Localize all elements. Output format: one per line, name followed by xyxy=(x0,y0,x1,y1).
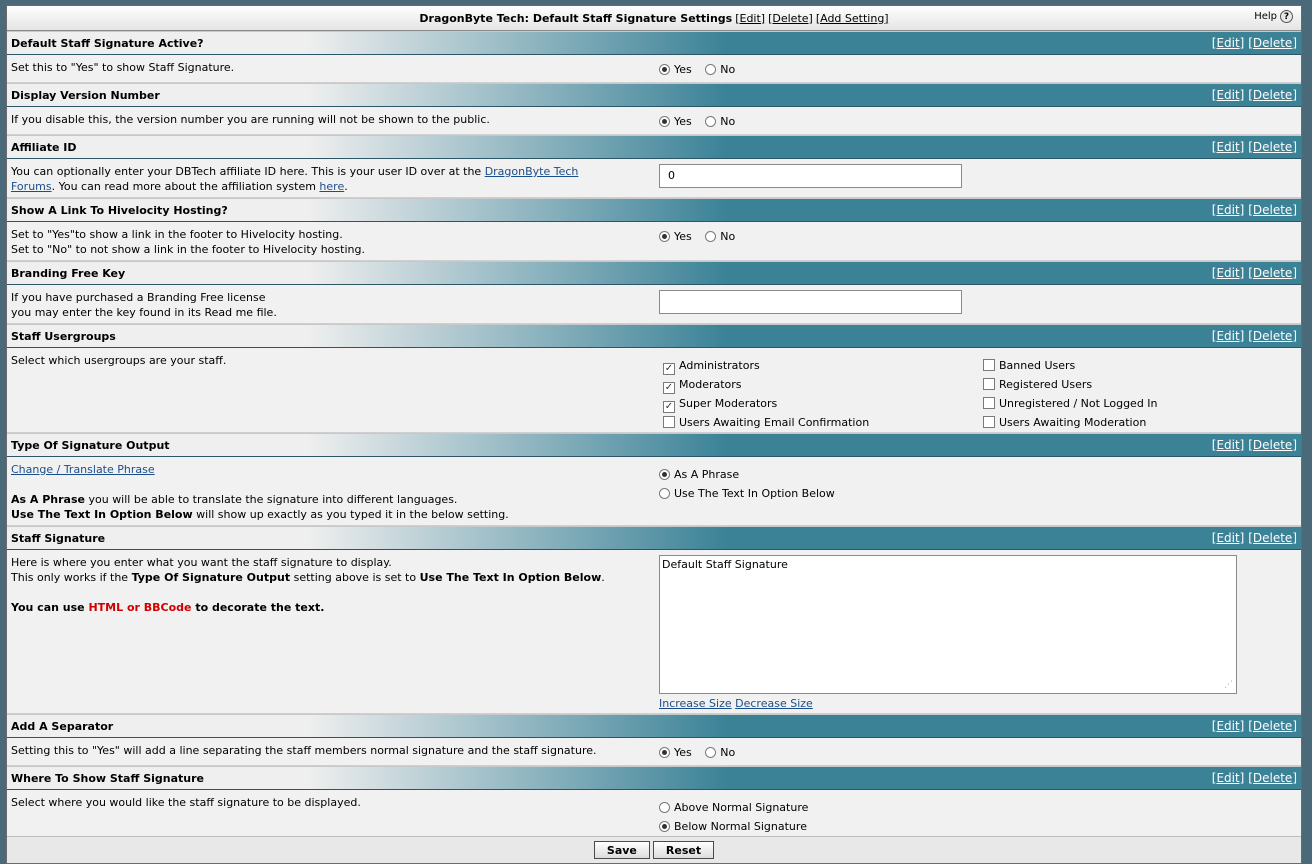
radio-no[interactable]: No xyxy=(705,63,735,76)
staff-signature-textarea[interactable]: Default Staff Signature ⋰ xyxy=(659,555,1237,694)
radio-no[interactable]: No xyxy=(705,230,735,243)
usergroup-label: Banned Users xyxy=(999,359,1076,372)
usergroup-label: Users Awaiting Moderation xyxy=(999,416,1147,429)
add-setting-link[interactable]: [Add Setting] xyxy=(816,12,889,25)
delete-link[interactable]: [Delete] xyxy=(1248,266,1297,280)
checkbox-empty-icon[interactable] xyxy=(983,359,995,371)
settings-panel: DragonByte Tech: Default Staff Signature… xyxy=(6,5,1302,864)
radio-above-normal[interactable]: Above Normal Signature xyxy=(659,798,808,817)
setting-row-version: If you disable this, the version number … xyxy=(7,107,1301,135)
edit-link[interactable]: [Edit] xyxy=(1212,329,1245,343)
delete-link[interactable]: [Delete] xyxy=(1248,719,1297,733)
reset-button[interactable]: Reset xyxy=(652,841,715,859)
radio-below-normal[interactable]: Below Normal Signature xyxy=(659,817,808,836)
radio-no[interactable]: No xyxy=(705,115,735,128)
usergroup-checkbox[interactable]: ✓ Super Moderators xyxy=(663,394,869,413)
usergroup-label: Super Moderators xyxy=(679,397,778,410)
setting-row-usergroups: Select which usergroups are your staff. … xyxy=(7,348,1301,433)
save-button[interactable]: Save xyxy=(593,841,650,859)
setting-row-output: Change / Translate Phrase As A Phrase yo… xyxy=(7,457,1301,526)
usergroup-label: Unregistered / Not Logged In xyxy=(999,397,1158,410)
panel-title-bar: DragonByte Tech: Default Staff Signature… xyxy=(7,6,1301,31)
radio-yes[interactable]: Yes xyxy=(659,63,692,76)
usergroup-label: Administrators xyxy=(679,359,760,372)
setting-header-where: Where To Show Staff Signature [Edit] [De… xyxy=(7,766,1301,790)
edit-link[interactable]: [Edit] xyxy=(1212,266,1245,280)
usergroup-checkbox[interactable]: Users Awaiting Email Confirmation xyxy=(663,413,869,432)
setting-row-separator: Setting this to "Yes" will add a line se… xyxy=(7,738,1301,766)
setting-header-affiliate: Affiliate ID [Edit] [Delete] xyxy=(7,135,1301,159)
delete-link[interactable]: [Delete] xyxy=(1248,203,1297,217)
usergroup-label: Users Awaiting Email Confirmation xyxy=(679,416,870,429)
edit-link[interactable]: [Edit] xyxy=(1212,438,1245,452)
edit-link[interactable]: [Edit] xyxy=(1212,531,1245,545)
edit-link[interactable]: [Edit] xyxy=(1212,719,1245,733)
usergroup-checkbox[interactable]: Unregistered / Not Logged In xyxy=(983,394,1158,413)
usergroups-column-1: ✓ Administrators ✓ Moderators ✓ Super Moderat… xyxy=(663,356,869,432)
edit-link[interactable]: [Edit] xyxy=(1212,771,1245,785)
affiliate-id-input[interactable]: 0 xyxy=(659,164,962,188)
resize-grip-icon[interactable]: ⋰ xyxy=(1224,680,1233,690)
affiliation-here-link[interactable]: here xyxy=(319,180,344,193)
checkbox-checked-icon[interactable]: ✓ xyxy=(663,363,675,375)
setting-header-branding: Branding Free Key [Edit] [Delete] xyxy=(7,261,1301,285)
translate-phrase-link[interactable]: Change / Translate Phrase xyxy=(11,463,155,476)
usergroup-label: Registered Users xyxy=(999,378,1093,391)
question-icon[interactable]: ? xyxy=(1280,10,1293,23)
setting-header-usergroups: Staff Usergroups [Edit] [Delete] xyxy=(7,324,1301,348)
edit-link[interactable]: [Edit] xyxy=(1212,36,1245,50)
radio-yes[interactable]: Yes xyxy=(659,746,692,759)
usergroup-checkbox[interactable]: ✓ Moderators xyxy=(663,375,869,394)
delete-link[interactable]: [Delete] xyxy=(1248,531,1297,545)
form-footer: Save Reset xyxy=(7,836,1301,863)
setting-header-active: Default Staff Signature Active? [Edit] [… xyxy=(7,31,1301,55)
setting-row-branding: If you have purchased a Branding Free li… xyxy=(7,285,1301,324)
setting-row-where: Select where you would like the staff si… xyxy=(7,790,1301,838)
increase-size-link[interactable]: Increase Size xyxy=(659,697,732,710)
checkbox-checked-icon[interactable]: ✓ xyxy=(663,401,675,413)
setting-header-version: Display Version Number [Edit] [Delete] xyxy=(7,83,1301,107)
usergroup-checkbox[interactable]: Registered Users xyxy=(983,375,1158,394)
checkbox-empty-icon[interactable] xyxy=(663,416,675,428)
radio-yes[interactable]: Yes xyxy=(659,230,692,243)
delete-link[interactable]: [Delete] xyxy=(1248,36,1297,50)
edit-link[interactable]: [Edit] xyxy=(1212,203,1245,217)
delete-link[interactable]: [Delete] xyxy=(1248,771,1297,785)
setting-row-active: Set this to "Yes" to show Staff Signatur… xyxy=(7,55,1301,83)
setting-header-signature: Staff Signature [Edit] [Delete] xyxy=(7,526,1301,550)
radio-use-text-below[interactable]: Use The Text In Option Below xyxy=(659,484,835,503)
edit-group-link[interactable]: [Edit] xyxy=(735,12,765,25)
setting-row-affiliate: You can optionally enter your DBTech aff… xyxy=(7,159,1301,198)
usergroup-checkbox[interactable]: Users Awaiting Moderation xyxy=(983,413,1158,432)
usergroups-column-2: Banned Users Registered Users Unregistered… xyxy=(983,356,1158,432)
radio-yes[interactable]: Yes xyxy=(659,115,692,128)
setting-header-separator: Add A Separator [Edit] [Delete] xyxy=(7,714,1301,738)
setting-header-hivelocity: Show A Link To Hivelocity Hosting? [Edit… xyxy=(7,198,1301,222)
delete-link[interactable]: [Delete] xyxy=(1248,329,1297,343)
checkbox-empty-icon[interactable] xyxy=(983,416,995,428)
decrease-size-link[interactable]: Decrease Size xyxy=(735,697,813,710)
setting-header-output: Type Of Signature Output [Edit] [Delete] xyxy=(7,433,1301,457)
setting-row-signature: Here is where you enter what you want th… xyxy=(7,550,1301,714)
delete-link[interactable]: [Delete] xyxy=(1248,438,1297,452)
help-link[interactable]: Help ? xyxy=(1254,10,1293,23)
usergroup-checkbox[interactable]: Banned Users xyxy=(983,356,1158,375)
branding-key-input[interactable] xyxy=(659,290,962,314)
delete-link[interactable]: [Delete] xyxy=(1248,88,1297,102)
delete-link[interactable]: [Delete] xyxy=(1248,140,1297,154)
checkbox-checked-icon[interactable]: ✓ xyxy=(663,382,675,394)
setting-row-hivelocity: Set to "Yes"to show a link in the footer… xyxy=(7,222,1301,261)
radio-as-phrase[interactable]: As A Phrase xyxy=(659,465,835,484)
usergroup-checkbox[interactable]: ✓ Administrators xyxy=(663,356,869,375)
checkbox-empty-icon[interactable] xyxy=(983,397,995,409)
edit-link[interactable]: [Edit] xyxy=(1212,88,1245,102)
panel-title: DragonByte Tech: Default Staff Signature… xyxy=(419,11,733,25)
usergroup-label: Moderators xyxy=(679,378,742,391)
delete-group-link[interactable]: [Delete] xyxy=(768,12,813,25)
checkbox-empty-icon[interactable] xyxy=(983,378,995,390)
edit-link[interactable]: [Edit] xyxy=(1212,140,1245,154)
radio-no[interactable]: No xyxy=(705,746,735,759)
